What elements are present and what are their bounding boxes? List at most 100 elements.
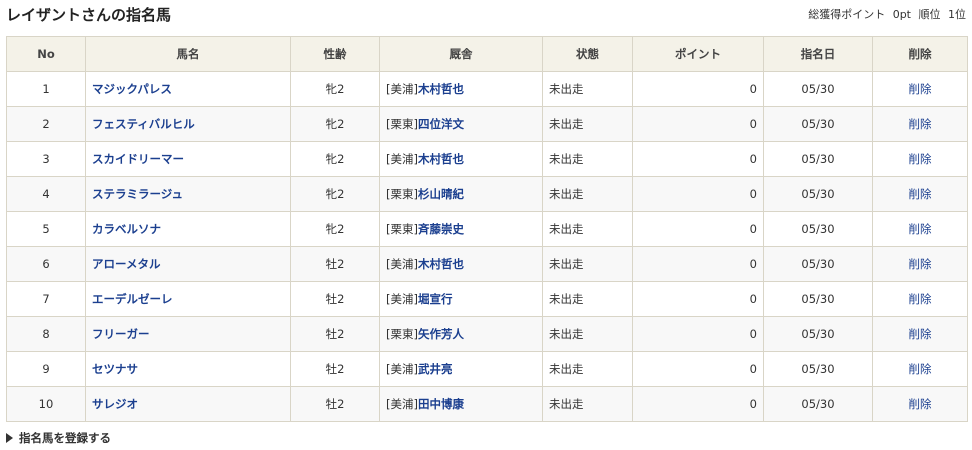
horse-sex-age: 牝2 bbox=[290, 176, 380, 212]
delete-cell: 削除 bbox=[872, 176, 968, 212]
horse-status: 未出走 bbox=[542, 71, 633, 107]
horse-stable: [栗東]矢作芳人 bbox=[379, 316, 543, 352]
horse-points: 0 bbox=[632, 281, 764, 317]
stable-region: [栗東] bbox=[386, 327, 418, 341]
table-header-row: No 馬名 性齢 厩舎 状態 ポイント 指名日 削除 bbox=[6, 36, 968, 72]
horse-number: 3 bbox=[6, 141, 86, 177]
stable-region: [美浦] bbox=[386, 397, 418, 411]
nomination-date: 05/30 bbox=[763, 246, 873, 282]
stable-region: [栗東] bbox=[386, 117, 418, 131]
register-nominee-link[interactable]: 指名馬を登録する bbox=[6, 430, 111, 446]
nominated-horses-table: No 馬名 性齢 厩舎 状態 ポイント 指名日 削除 1 マジックパレス 牝2 [美浦… bbox=[6, 36, 968, 422]
horse-number: 1 bbox=[6, 71, 86, 107]
trainer-name: 田中博康 bbox=[417, 397, 464, 411]
horse-status: 未出走 bbox=[542, 316, 633, 352]
horse-name-link[interactable]: フリーガー bbox=[92, 327, 150, 341]
horse-stable: [美浦]田中博康 bbox=[379, 386, 543, 422]
horse-name-cell: スカイドリーマー bbox=[85, 141, 291, 177]
horse-name-link[interactable]: アローメタル bbox=[92, 257, 161, 271]
horse-name-cell: フリーガー bbox=[85, 316, 291, 352]
delete-link[interactable]: 削除 bbox=[909, 82, 932, 96]
delete-link[interactable]: 削除 bbox=[909, 397, 932, 411]
horse-name-cell: セツナサ bbox=[85, 351, 291, 387]
trainer-name: 杉山晴紀 bbox=[417, 187, 464, 201]
horse-sex-age: 牝2 bbox=[290, 106, 380, 142]
horse-name-cell: アローメタル bbox=[85, 246, 291, 282]
table-row: 3 スカイドリーマー 牝2 [美浦]木村哲也 未出走 0 05/30 削除 bbox=[6, 141, 968, 177]
trainer-name: 矢作芳人 bbox=[417, 327, 464, 341]
table-row: 2 フェスティバルヒル 牝2 [栗東]四位洋文 未出走 0 05/30 削除 bbox=[6, 106, 968, 142]
horse-sex-age: 牡2 bbox=[290, 246, 380, 282]
trainer-name: 武井亮 bbox=[417, 362, 453, 376]
horse-name-link[interactable]: カラベルソナ bbox=[92, 222, 161, 236]
horse-name-link[interactable]: スカイドリーマー bbox=[92, 152, 184, 166]
delete-link[interactable]: 削除 bbox=[909, 117, 932, 131]
horse-name-link[interactable]: マジックパレス bbox=[92, 82, 172, 96]
delete-link[interactable]: 削除 bbox=[909, 362, 932, 376]
horse-points: 0 bbox=[632, 386, 764, 422]
horse-name-link[interactable]: エーデルゼーレ bbox=[92, 292, 173, 306]
horse-stable: [美浦]武井亮 bbox=[379, 351, 543, 387]
column-header-date: 指名日 bbox=[763, 36, 873, 72]
delete-link[interactable]: 削除 bbox=[909, 187, 932, 201]
horse-points: 0 bbox=[632, 316, 764, 352]
stable-region: [美浦] bbox=[386, 152, 418, 166]
stable-region: [美浦] bbox=[386, 82, 418, 96]
table-row: 7 エーデルゼーレ 牡2 [美浦]堀宣行 未出走 0 05/30 削除 bbox=[6, 281, 968, 317]
total-points-label: 総獲得ポイント bbox=[808, 8, 886, 21]
horse-points: 0 bbox=[632, 176, 764, 212]
stable-region: [美浦] bbox=[386, 292, 418, 306]
table-row: 5 カラベルソナ 牝2 [栗東]斉藤崇史 未出走 0 05/30 削除 bbox=[6, 211, 968, 247]
horse-number: 8 bbox=[6, 316, 86, 352]
column-header-points: ポイント bbox=[632, 36, 764, 72]
delete-cell: 削除 bbox=[872, 246, 968, 282]
horse-status: 未出走 bbox=[542, 386, 633, 422]
delete-link[interactable]: 削除 bbox=[909, 152, 932, 166]
delete-cell: 削除 bbox=[872, 316, 968, 352]
nomination-date: 05/30 bbox=[763, 71, 873, 107]
horse-name-link[interactable]: セツナサ bbox=[92, 362, 138, 376]
column-header-delete: 削除 bbox=[872, 36, 968, 72]
delete-link[interactable]: 削除 bbox=[909, 327, 932, 341]
horse-stable: [美浦]木村哲也 bbox=[379, 71, 543, 107]
delete-link[interactable]: 削除 bbox=[909, 257, 932, 271]
nomination-date: 05/30 bbox=[763, 316, 873, 352]
horse-stable: [美浦]堀宣行 bbox=[379, 281, 543, 317]
delete-link[interactable]: 削除 bbox=[909, 292, 932, 306]
horse-name-cell: エーデルゼーレ bbox=[85, 281, 291, 317]
column-header-name: 馬名 bbox=[85, 36, 291, 72]
delete-cell: 削除 bbox=[872, 281, 968, 317]
delete-cell: 削除 bbox=[872, 211, 968, 247]
trainer-name: 堀宣行 bbox=[417, 292, 453, 306]
trainer-name: 木村哲也 bbox=[417, 82, 464, 96]
table-row: 9 セツナサ 牡2 [美浦]武井亮 未出走 0 05/30 削除 bbox=[6, 351, 968, 387]
horse-sex-age: 牡2 bbox=[290, 386, 380, 422]
horse-name-link[interactable]: フェスティバルヒル bbox=[92, 117, 195, 131]
delete-cell: 削除 bbox=[872, 386, 968, 422]
register-nominee-label: 指名馬を登録する bbox=[19, 431, 111, 445]
horse-status: 未出走 bbox=[542, 176, 633, 212]
nomination-date: 05/30 bbox=[763, 141, 873, 177]
horse-name-link[interactable]: サレジオ bbox=[92, 397, 138, 411]
stable-region: [栗東] bbox=[386, 222, 418, 236]
delete-cell: 削除 bbox=[872, 141, 968, 177]
page-header: レイザントさんの指名馬 総獲得ポイント 0pt 順位 1位 bbox=[0, 0, 972, 34]
horse-stable: [栗東]四位洋文 bbox=[379, 106, 543, 142]
horse-name-cell: サレジオ bbox=[85, 386, 291, 422]
nomination-date: 05/30 bbox=[763, 281, 873, 317]
horse-sex-age: 牡2 bbox=[290, 351, 380, 387]
nomination-date: 05/30 bbox=[763, 211, 873, 247]
delete-cell: 削除 bbox=[872, 351, 968, 387]
table-row: 4 ステラミラージュ 牝2 [栗東]杉山晴紀 未出走 0 05/30 削除 bbox=[6, 176, 968, 212]
delete-link[interactable]: 削除 bbox=[909, 222, 932, 236]
rank-value: 1位 bbox=[948, 8, 966, 21]
horse-points: 0 bbox=[632, 71, 764, 107]
horse-status: 未出走 bbox=[542, 246, 633, 282]
rank-label: 順位 bbox=[918, 8, 941, 21]
horse-name-link[interactable]: ステラミラージュ bbox=[92, 187, 183, 201]
horse-sex-age: 牡2 bbox=[290, 316, 380, 352]
horse-number: 2 bbox=[6, 106, 86, 142]
table-row: 8 フリーガー 牡2 [栗東]矢作芳人 未出走 0 05/30 削除 bbox=[6, 316, 968, 352]
horse-name-cell: ステラミラージュ bbox=[85, 176, 291, 212]
triangle-right-icon bbox=[6, 433, 13, 443]
